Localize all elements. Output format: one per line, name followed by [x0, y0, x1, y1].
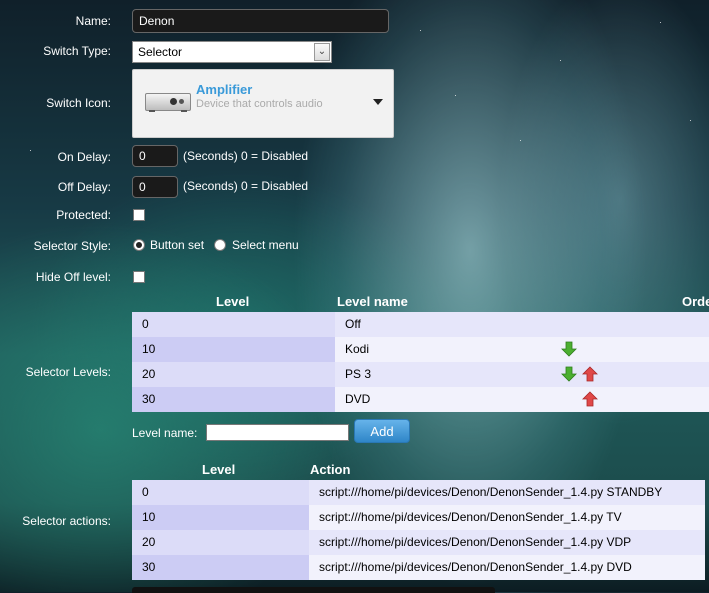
on-delay-hint: (Seconds) 0 = Disabled — [183, 149, 309, 163]
hide-off-level-checkbox[interactable] — [133, 271, 145, 283]
action-command: script:///home/pi/devices/Denon/DenonSen… — [309, 505, 705, 530]
off-delay-hint: (Seconds) 0 = Disabled — [183, 179, 309, 193]
name-input[interactable] — [132, 9, 389, 33]
switch-icon-label: Switch Icon: — [46, 96, 111, 110]
arrow-down-icon[interactable] — [561, 341, 577, 357]
switch-type-value: Selector — [138, 45, 183, 59]
on-delay-label: On Delay: — [57, 150, 111, 164]
selector-levels-label: Selector Levels: — [25, 365, 111, 379]
action-row[interactable]: 10 script:///home/pi/devices/Denon/DenonS… — [132, 505, 705, 530]
selector-actions-label: Selector actions: — [22, 514, 111, 528]
button-set-label: Button set — [150, 238, 205, 252]
on-delay-input[interactable] — [132, 145, 178, 167]
action-level: 20 — [132, 530, 309, 555]
level-value: 30 — [132, 387, 335, 412]
levels-header-order: Order — [682, 294, 709, 309]
level-row[interactable]: 30 DVD — [132, 387, 709, 412]
level-row[interactable]: 20 PS 3 — [132, 362, 709, 387]
level-name: PS 3 — [335, 362, 709, 387]
levels-header-level: Level — [216, 294, 250, 309]
level-row[interactable]: 10 Kodi — [132, 337, 709, 362]
select-menu-label: Select menu — [232, 238, 299, 252]
bottom-bar — [132, 587, 495, 593]
hide-off-level-label: Hide Off level: — [35, 270, 111, 284]
level-row[interactable]: 0 Off — [132, 312, 709, 337]
switch-type-label: Switch Type: — [43, 44, 111, 58]
arrow-up-icon[interactable] — [582, 366, 598, 382]
action-row[interactable]: 0 script:///home/pi/devices/Denon/DenonSe… — [132, 480, 705, 505]
level-name: Off — [335, 312, 709, 337]
switch-type-select[interactable]: Selector ⌄ — [132, 41, 332, 63]
arrow-down-icon[interactable] — [561, 366, 577, 382]
switch-icon-title: Amplifier — [196, 82, 253, 97]
selector-style-label: Selector Style: — [33, 239, 111, 253]
button-set-radio[interactable] — [133, 239, 145, 251]
protected-checkbox[interactable] — [133, 209, 145, 221]
protected-label: Protected: — [56, 208, 111, 222]
actions-header-level: Level — [202, 462, 236, 477]
action-command: script:///home/pi/devices/Denon/DenonSen… — [309, 480, 705, 505]
name-label: Name: — [75, 14, 111, 28]
action-row[interactable]: 30 script:///home/pi/devices/Denon/DenonS… — [132, 555, 705, 580]
switch-icon-description: Device that controls audio — [196, 98, 323, 110]
level-name: DVD — [335, 387, 709, 412]
chevron-down-icon[interactable]: ⌄ — [314, 43, 330, 61]
level-name-add-label: Level name: — [132, 426, 198, 440]
action-level: 0 — [132, 480, 309, 505]
levels-header-level-name: Level name — [337, 294, 408, 309]
level-value: 0 — [132, 312, 335, 337]
level-value: 20 — [132, 362, 335, 387]
caret-down-icon[interactable] — [373, 99, 383, 105]
switch-icon-picker[interactable]: Amplifier Device that controls audio — [132, 69, 394, 138]
level-name: Kodi — [335, 337, 709, 362]
off-delay-input[interactable] — [132, 176, 178, 198]
action-level: 10 — [132, 505, 309, 530]
actions-header-action: Action — [310, 462, 351, 477]
select-menu-radio[interactable] — [214, 239, 226, 251]
action-command: script:///home/pi/devices/Denon/DenonSen… — [309, 530, 705, 555]
add-level-button[interactable]: Add — [354, 419, 410, 443]
off-delay-label: Off Delay: — [57, 180, 111, 194]
arrow-up-icon[interactable] — [582, 391, 598, 407]
level-value: 10 — [132, 337, 335, 362]
action-command: script:///home/pi/devices/Denon/DenonSen… — [309, 555, 705, 580]
level-name-input[interactable] — [206, 424, 349, 441]
action-level: 30 — [132, 555, 309, 580]
action-row[interactable]: 20 script:///home/pi/devices/Denon/DenonS… — [132, 530, 705, 555]
